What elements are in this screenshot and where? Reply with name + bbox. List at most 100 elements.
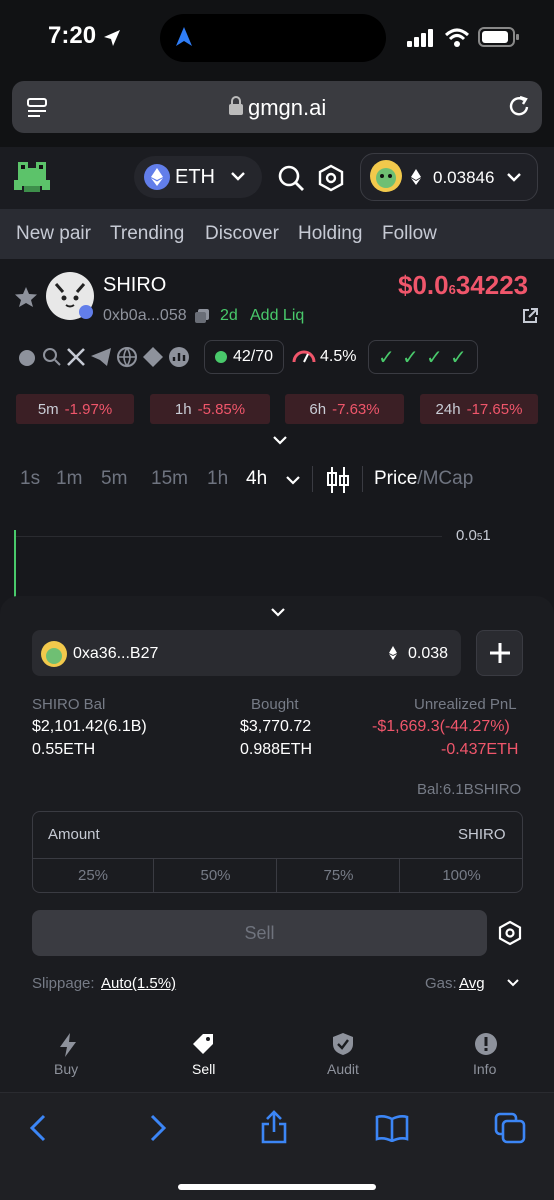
nav-follow[interactable]: Follow <box>382 223 437 245</box>
lock-icon <box>229 96 243 115</box>
reader-icon[interactable] <box>26 96 50 120</box>
token-logo <box>46 272 94 320</box>
wallet-balance: 0.03846 <box>433 168 495 187</box>
bal-eth: 0.55ETH <box>32 741 96 758</box>
wifi-icon <box>444 28 470 47</box>
chart-icon[interactable] <box>168 346 190 368</box>
chevron-down-icon[interactable] <box>506 978 520 988</box>
token-address: 0xb0a...058 <box>103 307 187 324</box>
slippage-value[interactable]: Auto(1.5%) <box>101 975 176 992</box>
chart-cursor-line <box>14 530 16 600</box>
tab-buy[interactable]: Buy <box>54 1061 78 1077</box>
token-name: SHIRO <box>103 274 167 296</box>
url-text: gmgn.ai <box>248 95 327 120</box>
pct-25-button[interactable]: 25% <box>33 859 154 892</box>
tf-4h[interactable]: 4h <box>246 468 267 490</box>
tf-5m[interactable]: 5m <box>101 468 127 490</box>
token-price: $0.0634223 <box>398 270 529 300</box>
nav-holding[interactable]: Holding <box>298 223 362 245</box>
tab-audit[interactable]: Audit <box>327 1061 359 1077</box>
expand-chevron-icon[interactable] <box>272 434 288 446</box>
bolt-icon[interactable] <box>58 1032 78 1058</box>
holders-count: 42/70 <box>233 348 274 365</box>
external-link-icon[interactable] <box>521 307 539 325</box>
chevron-down-icon <box>507 173 521 182</box>
holders-dot <box>215 351 227 363</box>
tabs-icon[interactable] <box>494 1112 526 1144</box>
tf-1h[interactable]: 1h <box>207 468 228 490</box>
search-icon[interactable] <box>277 164 305 192</box>
add-liq-link[interactable]: Add Liq <box>250 307 304 325</box>
chart-area[interactable] <box>0 510 554 600</box>
slippage-label: Slippage: <box>32 975 95 992</box>
collapse-chevron-icon[interactable] <box>270 606 286 618</box>
signal-icon <box>407 29 433 47</box>
tab-sell[interactable]: Sell <box>192 1061 215 1077</box>
gas-value[interactable]: Avg <box>459 975 485 992</box>
x-icon[interactable] <box>66 347 86 367</box>
shield-icon[interactable] <box>332 1032 354 1056</box>
bal-usd: $2,101.42(6.1B) <box>32 718 147 735</box>
mcap-toggle[interactable]: MCap <box>423 468 474 489</box>
price-toggle[interactable]: Price <box>374 468 417 489</box>
tf-1s[interactable]: 1s <box>20 468 40 490</box>
tf-1m[interactable]: 1m <box>56 468 82 490</box>
plus-icon <box>490 643 510 663</box>
pct-100-button[interactable]: 100% <box>401 859 522 892</box>
battery-icon <box>478 27 519 47</box>
diamond-icon[interactable] <box>142 346 164 368</box>
navigation-arrow-icon <box>176 27 192 46</box>
bought-label: Bought <box>251 696 299 713</box>
chevron-down-icon <box>231 172 245 181</box>
amount-unit: SHIRO <box>458 826 506 843</box>
bal-label: SHIRO Bal <box>32 696 106 713</box>
change-6h[interactable]: 6h -7.63% <box>285 394 404 424</box>
telegram-icon[interactable] <box>90 347 112 367</box>
info-icon[interactable] <box>474 1032 498 1056</box>
change-24h[interactable]: 24h -17.65% <box>420 394 538 424</box>
forward-icon[interactable] <box>148 1114 168 1142</box>
pnl-usd: -$1,669.3(-44.27%) <box>372 718 510 735</box>
sell-button[interactable]: Sell <box>32 910 487 956</box>
change-1h[interactable]: 1h -5.85% <box>150 394 270 424</box>
frog-logo-icon[interactable] <box>14 160 50 194</box>
token-age: 2d <box>220 307 238 324</box>
star-icon[interactable] <box>14 286 38 308</box>
divider <box>312 466 313 492</box>
trade-wallet: 0xa36...B27 <box>73 645 159 662</box>
trade-wallet-eth: 0.038 <box>408 645 449 662</box>
search-small-icon[interactable] <box>42 347 62 367</box>
location-arrow-icon <box>104 30 120 46</box>
check-3: ✓ <box>426 347 443 369</box>
share-icon[interactable] <box>260 1110 288 1144</box>
globe-icon[interactable] <box>116 346 138 368</box>
bought-eth: 0.988ETH <box>240 741 313 758</box>
nav-new-pair[interactable]: New pair <box>16 223 91 245</box>
detective-icon[interactable] <box>16 346 38 368</box>
chevron-down-icon[interactable] <box>285 474 301 486</box>
bought-usd: $3,770.72 <box>240 718 312 735</box>
pnl-label: Unrealized PnL <box>414 696 517 713</box>
eth-icon <box>144 164 170 190</box>
settings-icon[interactable] <box>318 164 344 192</box>
candlestick-icon[interactable] <box>326 466 350 494</box>
pct-50-button[interactable]: 50% <box>155 859 277 892</box>
pct-75-button[interactable]: 75% <box>278 859 400 892</box>
change-5m[interactable]: 5m -1.97% <box>16 394 134 424</box>
avatar <box>41 641 67 667</box>
copy-icon[interactable] <box>194 308 210 324</box>
gauge-icon <box>292 350 316 363</box>
chain-label: ETH <box>175 166 215 188</box>
check-4: ✓ <box>450 347 467 369</box>
nav-discover[interactable]: Discover <box>205 223 279 245</box>
tag-icon[interactable] <box>191 1032 215 1056</box>
tf-15m[interactable]: 15m <box>151 468 188 490</box>
tab-info[interactable]: Info <box>473 1061 496 1077</box>
settings-icon[interactable] <box>498 920 522 946</box>
bookmarks-icon[interactable] <box>375 1114 409 1142</box>
eth-small-icon <box>411 169 421 185</box>
price-mcap-toggle[interactable]: Price/MCap <box>374 468 473 490</box>
nav-trending[interactable]: Trending <box>110 223 184 245</box>
reload-icon[interactable] <box>506 94 532 120</box>
back-icon[interactable] <box>28 1114 48 1142</box>
